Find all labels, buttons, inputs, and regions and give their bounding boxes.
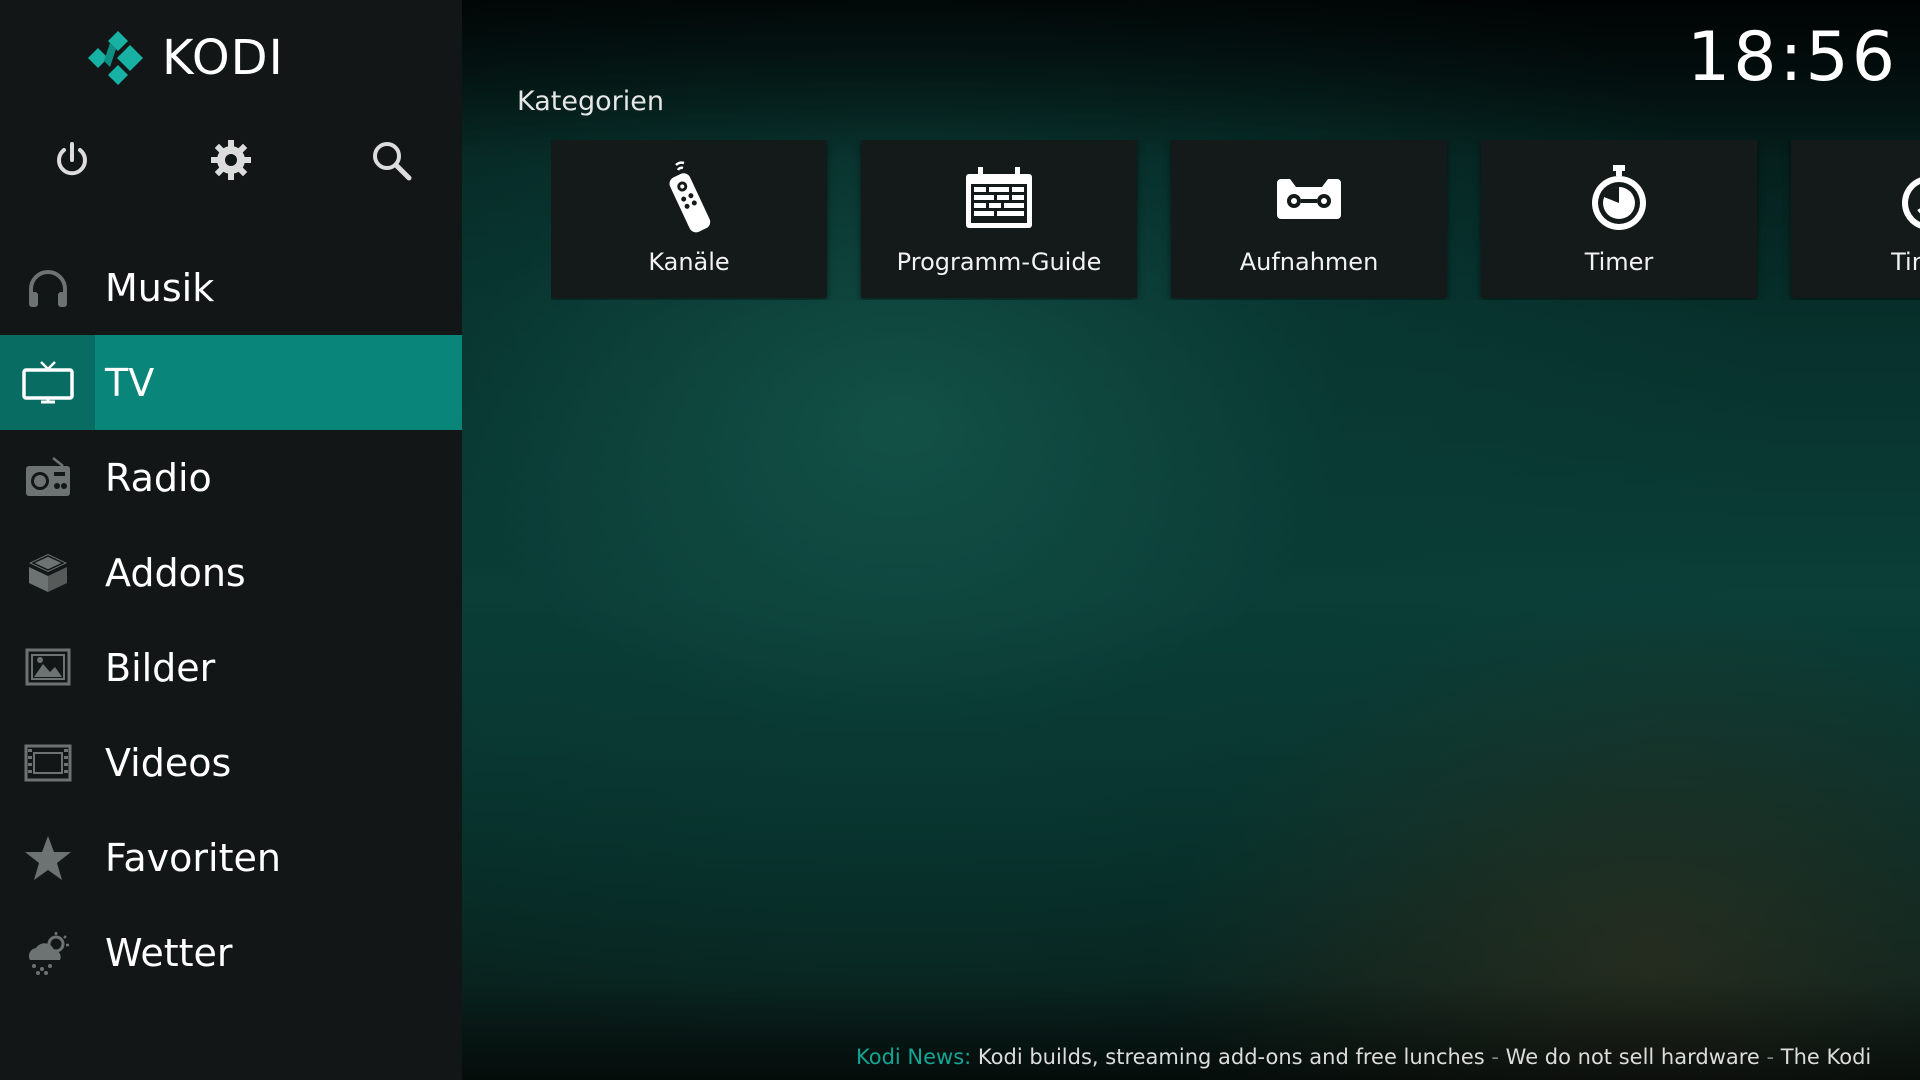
tile-label: Kanäle bbox=[648, 248, 730, 276]
tile-label: Timer bbox=[1584, 248, 1654, 276]
menu-icon-box bbox=[0, 525, 95, 620]
calendar-guide-icon bbox=[966, 167, 1032, 228]
sidebar-item-label: Addons bbox=[105, 550, 246, 595]
menu-icon-box bbox=[0, 430, 95, 525]
power-icon bbox=[57, 142, 87, 176]
menu-icon-box bbox=[0, 905, 95, 1000]
sidebar-top-icons bbox=[0, 135, 462, 185]
sidebar-item-tv[interactable]: TV bbox=[0, 335, 462, 430]
sidebar-item-favoriten[interactable]: Favoriten bbox=[0, 810, 462, 905]
tile-aufnahmen[interactable]: Aufnahmen bbox=[1171, 140, 1447, 298]
news-ticker: Kodi News: Kodi builds, streaming add-on… bbox=[856, 1045, 1920, 1075]
kodi-logo: KODI bbox=[88, 28, 284, 88]
stopwatch-icon bbox=[1592, 165, 1646, 230]
tile-kanaele[interactable]: Kanäle bbox=[551, 140, 827, 298]
picture-icon bbox=[25, 648, 70, 685]
tile-timer[interactable]: Timer bbox=[1481, 140, 1757, 298]
tile-icon-box bbox=[861, 148, 1137, 248]
tile-icon-box bbox=[1481, 148, 1757, 248]
timer-rule-icon bbox=[1902, 177, 1920, 229]
tile-programm-guide[interactable]: Programm-Guide bbox=[861, 140, 1137, 298]
sidebar-item-radio[interactable]: Radio bbox=[0, 430, 462, 525]
tv-icon bbox=[21, 360, 74, 403]
section-title: Kategorien bbox=[517, 86, 664, 117]
sidebar-item-label: Bilder bbox=[105, 645, 216, 690]
menu-icon-box bbox=[0, 240, 95, 335]
power-button[interactable] bbox=[47, 135, 97, 185]
ticker-item: Kodi builds, streaming add-ons and free … bbox=[977, 1045, 1485, 1069]
app-name: KODI bbox=[162, 30, 284, 86]
search-icon bbox=[373, 142, 412, 181]
radio-icon bbox=[25, 456, 70, 496]
sidebar-item-addons[interactable]: Addons bbox=[0, 525, 462, 620]
settings-button[interactable] bbox=[206, 135, 256, 185]
sidebar-item-label: Favoriten bbox=[105, 835, 281, 880]
sidebar-item-label: Radio bbox=[105, 455, 212, 500]
weather-icon bbox=[28, 931, 69, 975]
ticker-separator: - bbox=[1491, 1045, 1499, 1069]
ticker-label: Kodi News: bbox=[856, 1045, 972, 1069]
sidebar-item-label: Wetter bbox=[105, 930, 233, 975]
sidebar-item-wetter[interactable]: Wetter bbox=[0, 905, 462, 1000]
category-tiles: Kanäle Programm-Guide Aufnahmen Timer Ti bbox=[551, 140, 1920, 300]
gear-icon bbox=[211, 140, 251, 180]
ticker-item: We do not sell hardware bbox=[1505, 1045, 1760, 1069]
sidebar-item-label: Musik bbox=[105, 265, 215, 310]
search-button[interactable] bbox=[366, 135, 416, 185]
ticker-separator: - bbox=[1766, 1045, 1775, 1069]
clock: 18:56 bbox=[1687, 18, 1898, 97]
menu-icon-box bbox=[0, 620, 95, 715]
menu-icon-box bbox=[0, 335, 95, 430]
sidebar: KODI Musik TV Radio Addons Bilder Videos… bbox=[0, 0, 462, 1080]
main-menu: Musik TV Radio Addons Bilder Videos Favo… bbox=[0, 240, 462, 1000]
tile-label: Aufnahmen bbox=[1239, 248, 1379, 276]
film-icon bbox=[24, 744, 71, 781]
sidebar-item-label: TV bbox=[105, 360, 155, 405]
sidebar-item-videos[interactable]: Videos bbox=[0, 715, 462, 810]
kodi-logo-icon bbox=[88, 31, 143, 85]
menu-icon-box bbox=[0, 715, 95, 810]
sidebar-item-bilder[interactable]: Bilder bbox=[0, 620, 462, 715]
tile-icon-box bbox=[1791, 148, 1920, 248]
menu-icon-box bbox=[0, 810, 95, 905]
tile-icon-box bbox=[551, 148, 827, 248]
cassette-icon bbox=[1277, 179, 1341, 219]
tile-icon-box bbox=[1171, 148, 1447, 248]
tile-label: Timer- bbox=[1891, 248, 1920, 276]
tile-timer-rules[interactable]: Timer- bbox=[1791, 140, 1920, 298]
star-icon bbox=[24, 835, 71, 880]
headphones-icon bbox=[28, 269, 67, 307]
kodi-home-screen: KODI Musik TV Radio Addons Bilder Videos… bbox=[0, 0, 1920, 1080]
remote-icon bbox=[669, 161, 711, 233]
sidebar-item-label: Videos bbox=[105, 740, 232, 785]
sidebar-item-musik[interactable]: Musik bbox=[0, 240, 462, 335]
ticker-item: The Kodi bbox=[1780, 1045, 1872, 1069]
tile-label: Programm-Guide bbox=[896, 248, 1102, 276]
addons-box-icon bbox=[28, 553, 67, 592]
